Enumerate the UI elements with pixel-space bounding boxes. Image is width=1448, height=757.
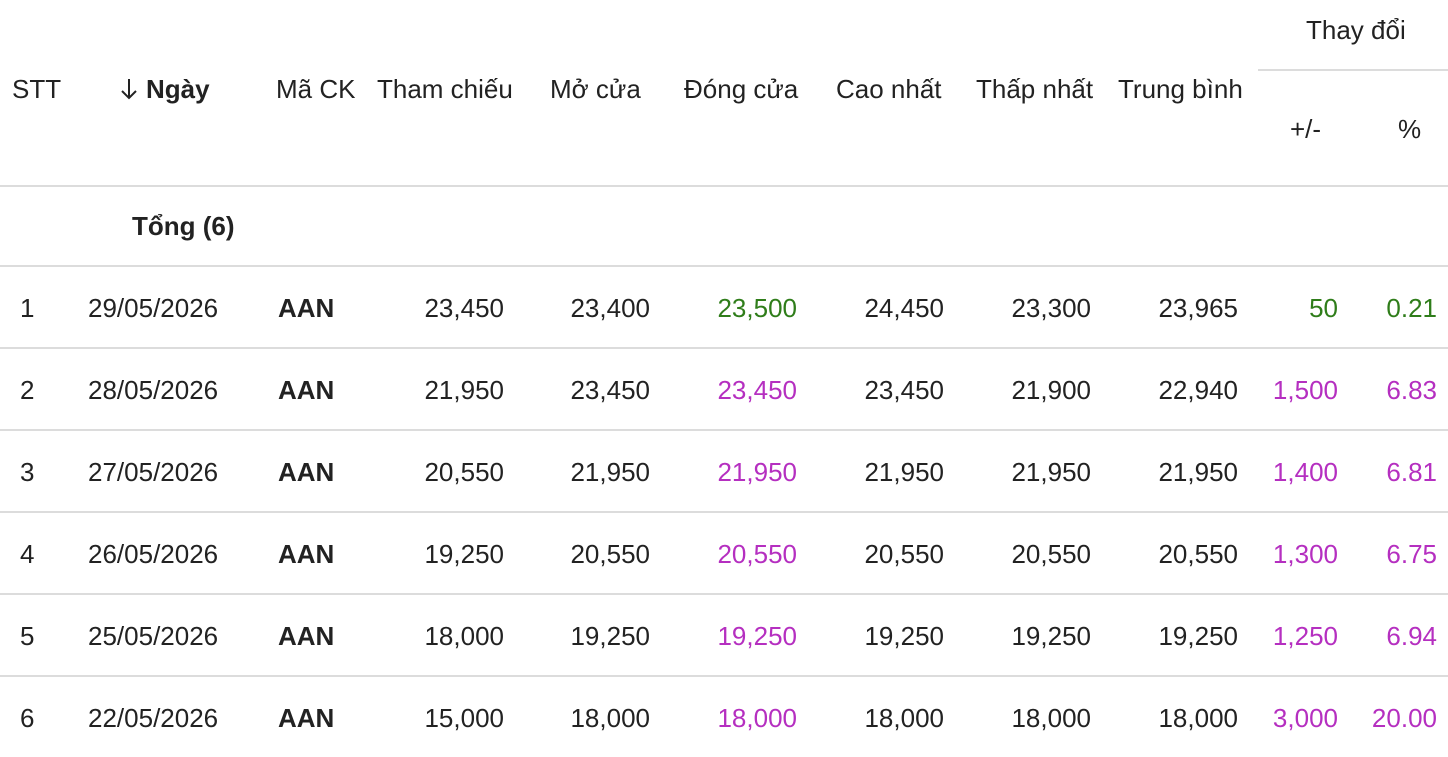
cell-reference: 15,000 (424, 703, 504, 733)
cell-pct: 6.81 (1386, 457, 1437, 487)
cell-stt: 2 (20, 375, 35, 405)
cell-close: 23,500 (717, 293, 797, 323)
header-reference: Tham chiếu (377, 74, 513, 104)
cell-close: 18,000 (717, 703, 797, 733)
cell-change: 3,000 (1272, 703, 1338, 733)
cell-average: 23,965 (1158, 293, 1238, 323)
cell-close: 20,550 (717, 539, 797, 569)
cell-symbol[interactable]: AAN (278, 293, 334, 323)
cell-low: 21,900 (1011, 375, 1091, 405)
header-average: Trung bình (1118, 74, 1243, 104)
header-low: Thấp nhất (976, 74, 1094, 104)
cell-close: 23,450 (717, 375, 797, 405)
cell-open: 21,950 (570, 457, 650, 487)
table-row[interactable]: 4 26/05/2026 AAN 19,250 20,550 20,550 20,550 20… (0, 513, 1448, 593)
cell-average: 21,950 (1158, 457, 1238, 487)
cell-symbol[interactable]: AAN (278, 457, 334, 487)
cell-average: 18,000 (1158, 703, 1238, 733)
cell-reference: 18,000 (424, 621, 504, 651)
cell-average: 22,940 (1158, 375, 1238, 405)
cell-change: 1,250 (1272, 621, 1338, 651)
cell-high: 18,000 (864, 703, 944, 733)
cell-stt: 3 (20, 457, 35, 487)
cell-reference: 19,250 (424, 539, 504, 569)
cell-pct: 6.75 (1386, 539, 1437, 569)
header-change-pct: % (1398, 114, 1422, 144)
header-change-group: Thay đổi (1306, 15, 1406, 45)
cell-high: 23,450 (864, 375, 944, 405)
summary-total: Tổng (6) (132, 211, 235, 241)
cell-average: 19,250 (1158, 621, 1238, 651)
cell-symbol[interactable]: AAN (278, 621, 334, 651)
cell-low: 19,250 (1011, 621, 1091, 651)
cell-close: 19,250 (717, 621, 797, 651)
cell-date: 28/05/2026 (88, 375, 219, 405)
cell-high: 19,250 (864, 621, 944, 651)
table-row[interactable]: 5 25/05/2026 AAN 18,000 19,250 19,250 19,250 19… (0, 595, 1448, 675)
cell-low: 23,300 (1011, 293, 1091, 323)
table-row[interactable]: 1 29/05/2026 AAN 23,450 23,400 23,500 24,450 23… (0, 267, 1448, 347)
cell-open: 23,450 (570, 375, 650, 405)
cell-reference: 23,450 (424, 293, 504, 323)
cell-stt: 5 (20, 621, 35, 651)
cell-symbol[interactable]: AAN (278, 375, 334, 405)
cell-date: 29/05/2026 (88, 293, 219, 323)
cell-symbol[interactable]: AAN (278, 539, 334, 569)
cell-low: 21,950 (1011, 457, 1091, 487)
cell-high: 20,550 (864, 539, 944, 569)
header-stt: STT (12, 74, 62, 104)
cell-open: 20,550 (570, 539, 650, 569)
arrow-down-icon (121, 79, 137, 100)
cell-change: 1,500 (1272, 375, 1338, 405)
header-date: Ngày (146, 74, 210, 104)
table-row[interactable]: 6 22/05/2026 AAN 15,000 18,000 18,000 18,000 18… (0, 677, 1448, 757)
cell-low: 20,550 (1011, 539, 1091, 569)
cell-reference: 21,950 (424, 375, 504, 405)
cell-open: 19,250 (570, 621, 650, 651)
cell-open: 23,400 (570, 293, 650, 323)
table-row[interactable]: 2 28/05/2026 AAN 21,950 23,450 23,450 23,450 21… (0, 349, 1448, 429)
cell-pct: 20.00 (1371, 703, 1437, 733)
cell-change: 1,400 (1272, 457, 1338, 487)
sort-by-date-button[interactable]: Ngày (118, 72, 210, 106)
cell-stt: 6 (20, 703, 35, 733)
cell-date: 26/05/2026 (88, 539, 219, 569)
cell-open: 18,000 (570, 703, 650, 733)
header-change-abs: +/- (1290, 114, 1322, 144)
header-open: Mở cửa (550, 74, 641, 104)
header-high: Cao nhất (836, 74, 942, 104)
cell-low: 18,000 (1011, 703, 1091, 733)
cell-stt: 1 (20, 293, 35, 323)
cell-pct: 0.21 (1386, 293, 1437, 323)
cell-date: 25/05/2026 (88, 621, 219, 651)
cell-pct: 6.94 (1386, 621, 1437, 651)
cell-pct: 6.83 (1386, 375, 1437, 405)
cell-close: 21,950 (717, 457, 797, 487)
cell-change: 1,300 (1272, 539, 1338, 569)
cell-date: 27/05/2026 (88, 457, 219, 487)
cell-symbol[interactable]: AAN (278, 703, 334, 733)
cell-average: 20,550 (1158, 539, 1238, 569)
cell-stt: 4 (20, 539, 35, 569)
cell-high: 24,450 (864, 293, 944, 323)
cell-high: 21,950 (864, 457, 944, 487)
header-close: Đóng cửa (684, 74, 799, 104)
cell-date: 22/05/2026 (88, 703, 219, 733)
table-row[interactable]: 3 27/05/2026 AAN 20,550 21,950 21,950 21,950 21… (0, 431, 1448, 511)
cell-reference: 20,550 (424, 457, 504, 487)
header-symbol: Mã CK (276, 74, 356, 104)
header-divider (0, 185, 1448, 187)
header-group-divider (1258, 69, 1448, 71)
cell-change: 50 (1309, 293, 1338, 323)
